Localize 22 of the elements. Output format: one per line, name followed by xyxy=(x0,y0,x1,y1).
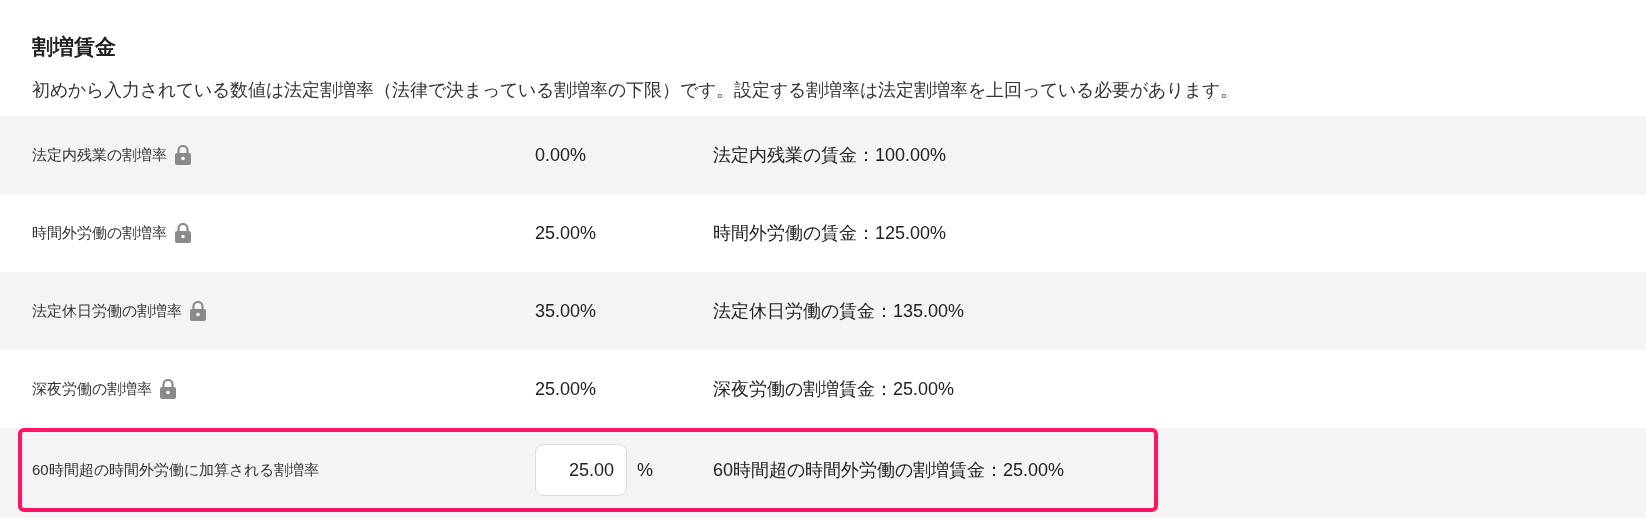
rate-input[interactable]: 25.00 xyxy=(535,444,627,496)
lock-icon xyxy=(160,379,176,399)
section-description: 初めから入力されている数値は法定割増率（法律で決まっている割増率の下限）です。設定する割増率は法定割増率を上回っている必要があります。 xyxy=(32,79,1239,102)
rate-label: 時間外労働の割増率 xyxy=(32,222,167,243)
lock-icon xyxy=(175,145,191,165)
section-title: 割増賃金 xyxy=(32,34,117,60)
wage-text: 時間外労働の賃金：125.00% xyxy=(713,221,947,245)
rate-label: 法定休日労働の割増率 xyxy=(32,300,182,321)
rate-value: 0.00% xyxy=(535,143,587,167)
rate-label: 60時間超の時間外労働に加算される割増率 xyxy=(32,459,319,480)
percent-unit: % xyxy=(637,458,653,482)
wage-text: 60時間超の時間外労働の割増賃金：25.00% xyxy=(713,458,1065,482)
wage-text: 深夜労働の割増賃金：25.00% xyxy=(713,377,955,401)
rate-label: 深夜労働の割増率 xyxy=(32,378,152,399)
wage-text: 法定休日労働の賃金：135.00% xyxy=(713,299,965,323)
rate-value: 25.00% xyxy=(535,377,597,401)
rate-value: 35.00% xyxy=(535,299,597,323)
lock-icon xyxy=(190,301,206,321)
rate-value: 25.00% xyxy=(535,221,597,245)
lock-icon xyxy=(175,223,191,243)
rate-label: 法定内残業の割増率 xyxy=(32,144,167,165)
wage-text: 法定内残業の賃金：100.00% xyxy=(713,143,947,167)
